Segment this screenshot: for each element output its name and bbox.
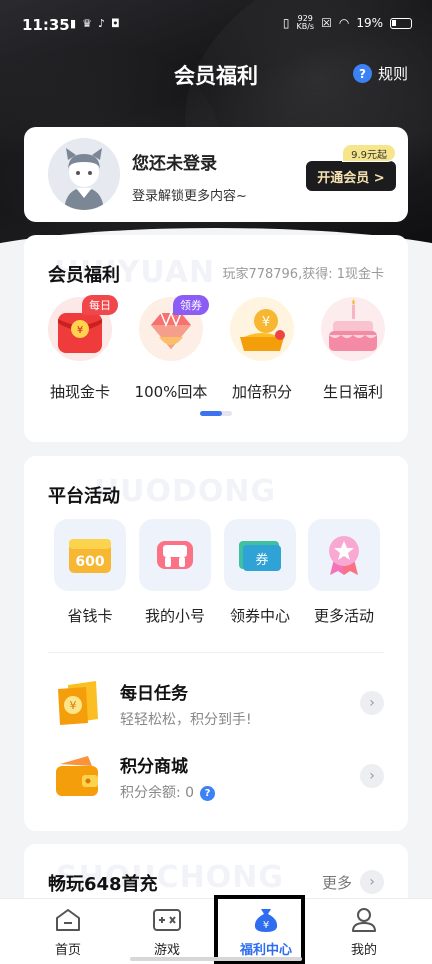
wallet-icon: [52, 752, 102, 800]
divider: [48, 652, 384, 653]
tag-coupon: 领券: [173, 295, 209, 315]
platform-activities-card: HUODONG 平台活动 600 省钱卡 我的小号 券 领券中心 更多活动 ¥ …: [24, 456, 408, 831]
svg-text:600: 600: [75, 554, 104, 570]
nav-profile[interactable]: 我的: [316, 899, 412, 964]
music-icon: ♪: [97, 17, 105, 30]
benefits-title: 会员福利: [48, 265, 120, 286]
more-label: 更多: [321, 873, 352, 892]
app-icon: ◘: [110, 17, 120, 30]
activity-label: 我的小号: [144, 607, 205, 625]
benefit-draw-cash-card[interactable]: ¥ 每日 抽现金卡: [38, 295, 122, 402]
member-benefits-card: HUIYUAN 会员福利 玩家778796,获得: 1现金卡 ¥ 每日 抽现金卡…: [24, 235, 408, 442]
vibrate-icon: ▯: [282, 16, 290, 30]
game-icon: [152, 907, 182, 933]
wifi-icon: ◠: [338, 16, 350, 30]
svg-text:¥: ¥: [262, 315, 270, 330]
status-bar: 11:35 ▮ ♛ ♪ ◘ ▯ 929 KB/s ☒ ◠ 19%: [0, 0, 432, 50]
activity-label: 领券中心: [229, 607, 290, 625]
login-card[interactable]: 您还未登录 登录解锁更多内容~ 开通会员 > 9.9元起: [24, 127, 408, 222]
coupon-icon: 券: [224, 519, 296, 591]
selection-highlight: [214, 895, 305, 964]
chevron-right-icon[interactable]: ›: [360, 764, 384, 788]
more-button[interactable]: 更多 ›: [322, 870, 384, 894]
nav-label: 我的: [350, 943, 377, 958]
task-title: 积分商城: [120, 757, 188, 777]
user-icon: [349, 907, 379, 933]
task-desc: 轻轻松松，积分到手!: [120, 712, 252, 728]
benefit-label: 加倍积分: [231, 383, 292, 401]
platform-watermark: HUODONG: [94, 474, 277, 509]
birthday-cake-icon: [321, 297, 385, 361]
gamepad-icon: [139, 519, 211, 591]
red-envelope-icon: ¥ 每日: [48, 295, 118, 361]
svg-text:¥: ¥: [70, 699, 77, 712]
home-icon: [53, 907, 83, 933]
sim-icon: ☒: [321, 16, 332, 30]
login-title: 您还未登录: [132, 154, 217, 174]
benefit-double-points[interactable]: ¥ 加倍积分: [220, 297, 304, 402]
coin-stack-icon: ¥: [230, 297, 294, 361]
medal-icon: [308, 519, 380, 591]
nav-home[interactable]: 首页: [20, 899, 116, 964]
benefit-label: 100%回本: [134, 383, 208, 401]
svg-text:¥: ¥: [77, 325, 83, 336]
notification-icon: ▮: [70, 17, 77, 30]
question-icon[interactable]: ?: [200, 786, 216, 801]
recharge-title: 畅玩648首充: [48, 874, 158, 895]
points-mall-row[interactable]: 积分商城 积分余额: 0? ›: [48, 746, 384, 806]
activity-label: 更多活动: [313, 607, 374, 625]
benefit-full-refund[interactable]: 领券 100%回本: [129, 295, 213, 402]
battery-level: 19%: [356, 16, 383, 30]
nav-label: 游戏: [153, 943, 180, 958]
carousel-indicator: [200, 411, 232, 416]
task-ticket-icon: ¥: [52, 679, 102, 727]
crown-icon: ♛: [82, 17, 92, 30]
question-icon: ?: [352, 64, 372, 83]
svg-text:券: 券: [255, 552, 268, 568]
benefit-birthday[interactable]: 生日福利: [311, 297, 395, 402]
avatar[interactable]: [48, 138, 120, 210]
activity-coupon-center[interactable]: 券 领券中心: [218, 519, 302, 626]
daily-task-row[interactable]: ¥ 每日任务 轻轻松松，积分到手! ›: [48, 673, 384, 733]
vip-price-badge: 9.9元起: [342, 144, 396, 162]
activity-label: 省钱卡: [67, 607, 113, 625]
login-subtitle: 登录解锁更多内容~: [132, 189, 247, 204]
tag-daily: 每日: [82, 295, 118, 315]
open-vip-button[interactable]: 开通会员 >: [306, 161, 396, 191]
diamond-icon: 领券: [139, 295, 209, 361]
platform-title: 平台活动: [48, 486, 120, 507]
net-speed: 929 KB/s: [296, 14, 315, 31]
status-time: 11:35: [22, 16, 70, 34]
chevron-right-icon[interactable]: ›: [360, 691, 384, 715]
activity-my-accounts[interactable]: 我的小号: [133, 519, 217, 626]
chevron-right-icon: ›: [360, 870, 384, 894]
nav-label: 首页: [54, 943, 81, 958]
player-info: 玩家778796,获得: 1现金卡: [222, 267, 384, 282]
activity-more[interactable]: 更多活动: [302, 519, 386, 626]
rules-label: 规则: [377, 65, 408, 83]
benefit-label: 抽现金卡: [49, 383, 110, 401]
task-title: 每日任务: [120, 684, 188, 704]
home-indicator: [130, 957, 302, 961]
nav-games[interactable]: 游戏: [119, 899, 215, 964]
benefit-label: 生日福利: [322, 383, 383, 401]
points-balance: 积分余额: 0?: [120, 782, 216, 802]
battery-icon: [390, 17, 412, 29]
saving-card-icon: 600: [54, 519, 126, 591]
rules-button[interactable]: ? 规则: [352, 63, 408, 84]
activity-saving-card[interactable]: 600 省钱卡: [48, 519, 132, 626]
